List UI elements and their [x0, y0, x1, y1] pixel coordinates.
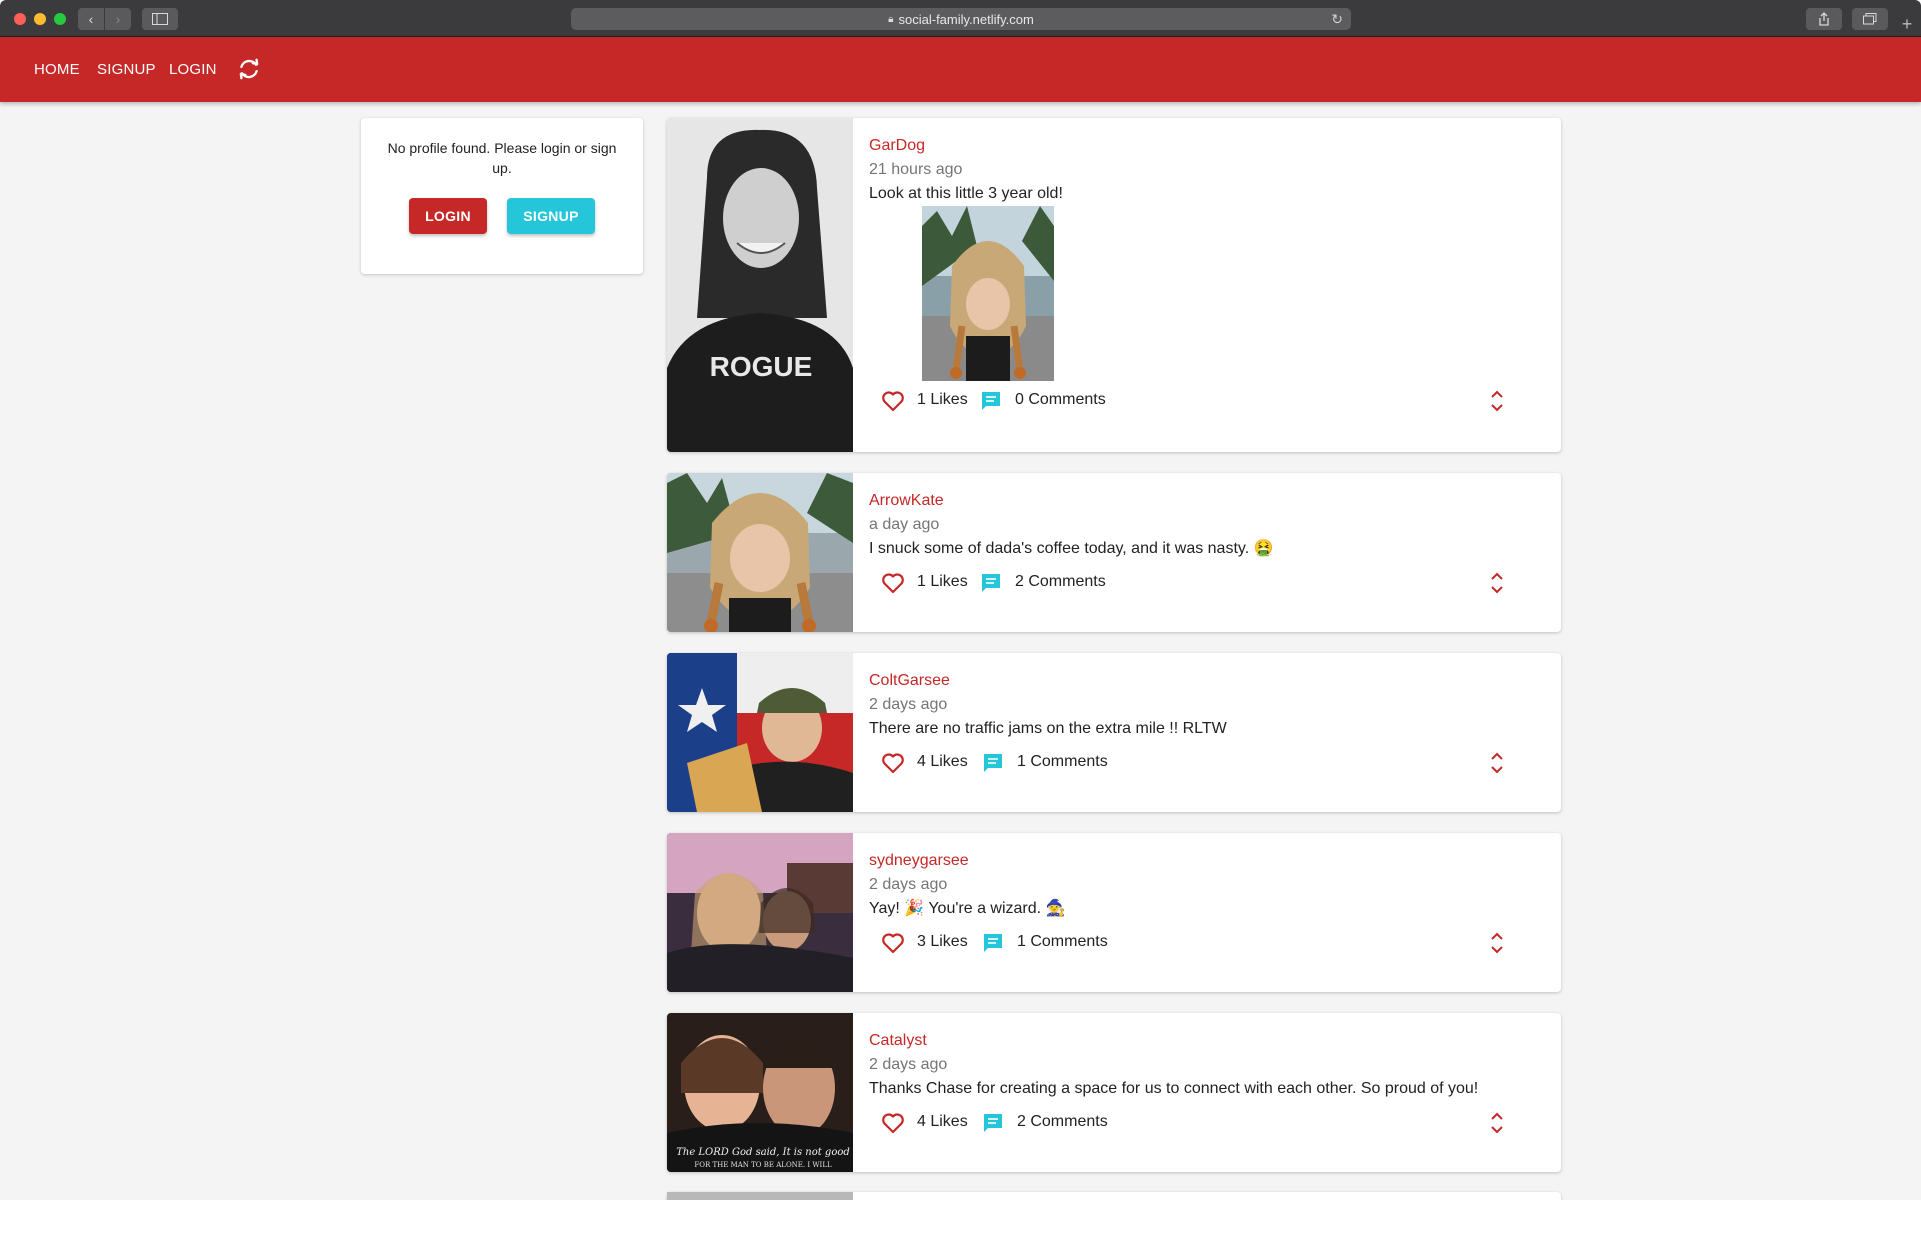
post-card: ColtGarsee 2 days ago There are no traff…	[667, 653, 1561, 812]
post-avatar[interactable]	[667, 473, 853, 632]
post-card-partial	[667, 1192, 1561, 1200]
plus-icon: +	[1901, 13, 1913, 34]
tabs-icon	[1863, 13, 1877, 25]
share-icon	[1819, 12, 1829, 26]
nav-signup-link[interactable]: SIGNUP	[97, 61, 156, 78]
post-actions: 4 Likes 1 Comments	[881, 750, 1513, 776]
refresh-icon[interactable]	[236, 56, 262, 82]
nav-login-link[interactable]: LOGIN	[169, 61, 217, 78]
post-content: GarDog 21 hours ago Look at this little …	[869, 136, 1537, 204]
post-image[interactable]	[922, 206, 1054, 381]
comment-icon[interactable]	[980, 572, 1002, 594]
post-text: I snuck some of dada's coffee today, and…	[869, 540, 1274, 557]
post-text: There are no traffic jams on the extra m…	[869, 720, 1227, 737]
post-avatar[interactable]: ROGUE	[667, 118, 853, 452]
like-count: 4 Likes	[917, 753, 968, 770]
expand-icon[interactable]	[1489, 930, 1505, 956]
profile-card: No profile found. Please login or sign u…	[361, 118, 643, 274]
post-username[interactable]: ColtGarsee	[869, 671, 1537, 691]
heart-icon[interactable]	[881, 572, 905, 594]
post-avatar[interactable]	[667, 833, 853, 992]
comment-icon[interactable]	[980, 390, 1002, 412]
show-tabs-button[interactable]	[1852, 8, 1888, 30]
post-avatar[interactable]	[667, 1192, 853, 1200]
address-bar[interactable]: 🔒︎ social-family.netlify.com ↻	[571, 8, 1351, 30]
like-count: 4 Likes	[917, 1113, 968, 1130]
post-actions: 1 Likes 0 Comments	[881, 388, 1513, 414]
like-count: 1 Likes	[917, 391, 968, 408]
post-actions: 4 Likes 2 Comments	[881, 1110, 1513, 1136]
post-text: Thanks Chase for creating a space for us…	[869, 1080, 1479, 1097]
post-time: 2 days ago	[869, 876, 948, 893]
zoom-window-button[interactable]	[54, 13, 66, 25]
heart-icon[interactable]	[881, 1112, 905, 1134]
login-button[interactable]: LOGIN	[409, 198, 487, 234]
post-username[interactable]: ArrowKate	[869, 491, 1537, 511]
comment-icon[interactable]	[982, 752, 1004, 774]
chevron-left-icon: ‹	[88, 11, 94, 27]
comment-count: 2 Comments	[1015, 573, 1106, 590]
url-text: social-family.netlify.com	[898, 11, 1034, 27]
heart-icon[interactable]	[881, 752, 905, 774]
lock-icon: 🔒︎	[888, 13, 894, 25]
comment-icon[interactable]	[982, 1112, 1004, 1134]
comment-count: 2 Comments	[1017, 1113, 1108, 1130]
share-button[interactable]	[1806, 8, 1842, 30]
post-avatar[interactable]	[667, 653, 853, 812]
post-username[interactable]: sydneygarsee	[869, 851, 1537, 871]
post-card: ROGUE GarDog 21 hours ago Look at this l…	[667, 118, 1561, 452]
post-avatar[interactable]: The LORD God said, It is not good FOR TH…	[667, 1013, 853, 1172]
post-time: a day ago	[869, 516, 940, 533]
comment-count: 1 Comments	[1017, 933, 1108, 950]
forward-button[interactable]: ›	[105, 8, 131, 30]
rogue-shirt-text: ROGUE	[710, 351, 813, 382]
post-username[interactable]: GarDog	[869, 136, 1537, 156]
expand-icon[interactable]	[1489, 1110, 1505, 1136]
expand-icon[interactable]	[1489, 388, 1505, 414]
like-count: 3 Likes	[917, 933, 968, 950]
post-time: 2 days ago	[869, 1056, 948, 1073]
expand-icon[interactable]	[1489, 750, 1505, 776]
post-time: 2 days ago	[869, 696, 948, 713]
heart-icon[interactable]	[881, 932, 905, 954]
nav-home-link[interactable]: HOME	[34, 61, 80, 78]
comment-count: 0 Comments	[1015, 391, 1106, 408]
no-profile-message: No profile found. Please login or sign u…	[387, 140, 617, 176]
back-button[interactable]: ‹	[78, 8, 104, 30]
close-window-button[interactable]	[14, 13, 26, 25]
browser-toolbar: ‹ › 🔒︎ social-family.netlify.com ↻ +	[0, 0, 1921, 37]
post-actions: 1 Likes 2 Comments	[881, 570, 1513, 596]
post-text: Look at this little 3 year old!	[869, 185, 1063, 202]
post-content: Catalyst 2 days ago Thanks Chase for cre…	[869, 1031, 1537, 1099]
new-tab-button[interactable]: +	[1897, 14, 1917, 34]
signup-button[interactable]: SIGNUP	[507, 198, 595, 234]
minimize-window-button[interactable]	[34, 13, 46, 25]
like-count: 1 Likes	[917, 573, 968, 590]
post-card: ArrowKate a day ago I snuck some of dada…	[667, 473, 1561, 632]
expand-icon[interactable]	[1489, 570, 1505, 596]
post-content: sydneygarsee 2 days ago Yay! 🎉 You're a …	[869, 851, 1537, 919]
post-content: ColtGarsee 2 days ago There are no traff…	[869, 671, 1537, 739]
post-actions: 3 Likes 1 Comments	[881, 930, 1513, 956]
comment-icon[interactable]	[982, 932, 1004, 954]
heart-icon[interactable]	[881, 390, 905, 412]
sidebar-icon	[152, 13, 168, 25]
post-username[interactable]: Catalyst	[869, 1031, 1537, 1051]
app-navbar: HOME SIGNUP LOGIN	[0, 37, 1921, 102]
post-text: Yay! 🎉 You're a wizard. 🧙	[869, 900, 1066, 917]
sidebar-toggle-button[interactable]	[142, 8, 178, 30]
post-card: The LORD God said, It is not good FOR TH…	[667, 1013, 1561, 1172]
reload-icon[interactable]: ↻	[1331, 11, 1343, 28]
catalyst-avatar-caption-1: The LORD God said, It is not good	[676, 1147, 850, 1158]
chevron-right-icon: ›	[115, 11, 121, 27]
post-card: sydneygarsee 2 days ago Yay! 🎉 You're a …	[667, 833, 1561, 992]
catalyst-avatar-caption-2: FOR THE MAN TO BE ALONE. I WILL	[694, 1161, 832, 1169]
post-time: 21 hours ago	[869, 161, 963, 178]
browser-window: ‹ › 🔒︎ social-family.netlify.com ↻ + HOM…	[0, 0, 1921, 1200]
comment-count: 1 Comments	[1017, 753, 1108, 770]
post-content: ArrowKate a day ago I snuck some of dada…	[869, 491, 1537, 559]
